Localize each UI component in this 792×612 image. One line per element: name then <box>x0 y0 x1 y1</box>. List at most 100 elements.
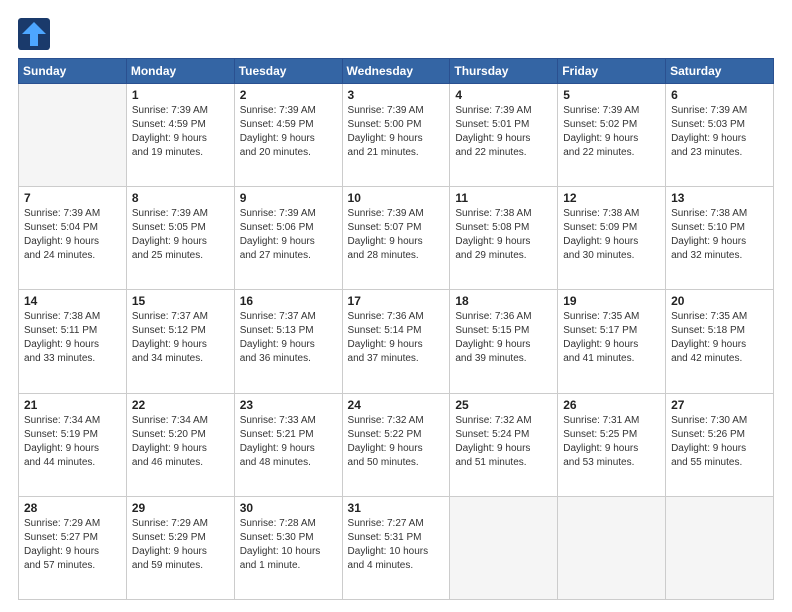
day-number: 25 <box>455 398 552 412</box>
calendar-cell: 25 Sunrise: 7:32 AM Sunset: 5:24 PM Dayli… <box>450 393 558 496</box>
calendar-cell: 31Sunrise: 7:27 AM Sunset: 5:31 PM Dayli… <box>342 496 450 599</box>
weekday-wednesday: Wednesday <box>342 59 450 84</box>
day-number: 2 <box>240 88 337 102</box>
weekday-monday: Monday <box>126 59 234 84</box>
day-number: 20 <box>671 294 768 308</box>
week-row-3: 21 Sunrise: 7:34 AM Sunset: 5:19 PM Dayli… <box>19 393 774 496</box>
day-number: 26 <box>563 398 660 412</box>
calendar-cell: 24Sunrise: 7:32 AM Sunset: 5:22 PM Dayli… <box>342 393 450 496</box>
day-number: 18 <box>455 294 552 308</box>
day-number: 5 <box>563 88 660 102</box>
calendar-cell: 22 Sunrise: 7:34 AM Sunset: 5:20 PM Dayli… <box>126 393 234 496</box>
week-row-0: 1 Sunrise: 7:39 AM Sunset: 4:59 PM Daylig… <box>19 84 774 187</box>
calendar-cell <box>450 496 558 599</box>
day-number: 6 <box>671 88 768 102</box>
day-info: Sunrise: 7:39 AM Sunset: 5:03 PM Dayligh… <box>671 104 768 160</box>
day-number: 30 <box>240 501 337 515</box>
logo <box>18 18 54 50</box>
day-info: Sunrise: 7:39 AM Sunset: 4:59 PM Dayligh… <box>240 104 337 160</box>
calendar-cell: 28 Sunrise: 7:29 AM Sunset: 5:27 PM Dayli… <box>19 496 127 599</box>
day-info: Sunrise: 7:39 AM Sunset: 5:05 PM Dayligh… <box>132 207 229 263</box>
day-info: Sunrise: 7:35 AM Sunset: 5:17 PM Dayligh… <box>563 310 660 366</box>
day-info: Sunrise: 7:29 AM Sunset: 5:29 PM Dayligh… <box>132 517 229 573</box>
day-number: 10 <box>348 191 445 205</box>
calendar-cell: 7 Sunrise: 7:39 AM Sunset: 5:04 PM Daylig… <box>19 187 127 290</box>
day-info: Sunrise: 7:33 AM Sunset: 5:21 PM Dayligh… <box>240 414 337 470</box>
day-info: Sunrise: 7:36 AM Sunset: 5:14 PM Dayligh… <box>348 310 445 366</box>
day-info: Sunrise: 7:38 AM Sunset: 5:11 PM Dayligh… <box>24 310 121 366</box>
day-number: 17 <box>348 294 445 308</box>
week-row-4: 28 Sunrise: 7:29 AM Sunset: 5:27 PM Dayli… <box>19 496 774 599</box>
calendar-cell: 27 Sunrise: 7:30 AM Sunset: 5:26 PM Dayli… <box>666 393 774 496</box>
weekday-thursday: Thursday <box>450 59 558 84</box>
calendar-cell: 8 Sunrise: 7:39 AM Sunset: 5:05 PM Daylig… <box>126 187 234 290</box>
calendar-cell: 9Sunrise: 7:39 AM Sunset: 5:06 PM Daylig… <box>234 187 342 290</box>
calendar-cell: 20 Sunrise: 7:35 AM Sunset: 5:18 PM Dayli… <box>666 290 774 393</box>
week-row-2: 14Sunrise: 7:38 AM Sunset: 5:11 PM Dayli… <box>19 290 774 393</box>
day-number: 23 <box>240 398 337 412</box>
calendar-cell: 2 Sunrise: 7:39 AM Sunset: 4:59 PM Daylig… <box>234 84 342 187</box>
day-number: 24 <box>348 398 445 412</box>
day-number: 1 <box>132 88 229 102</box>
calendar-cell <box>558 496 666 599</box>
day-info: Sunrise: 7:28 AM Sunset: 5:30 PM Dayligh… <box>240 517 337 573</box>
weekday-friday: Friday <box>558 59 666 84</box>
day-number: 19 <box>563 294 660 308</box>
calendar-cell: 3Sunrise: 7:39 AM Sunset: 5:00 PM Daylig… <box>342 84 450 187</box>
day-info: Sunrise: 7:34 AM Sunset: 5:19 PM Dayligh… <box>24 414 121 470</box>
calendar-cell <box>666 496 774 599</box>
day-number: 21 <box>24 398 121 412</box>
day-info: Sunrise: 7:39 AM Sunset: 5:02 PM Dayligh… <box>563 104 660 160</box>
weekday-tuesday: Tuesday <box>234 59 342 84</box>
day-info: Sunrise: 7:29 AM Sunset: 5:27 PM Dayligh… <box>24 517 121 573</box>
day-number: 8 <box>132 191 229 205</box>
weekday-sunday: Sunday <box>19 59 127 84</box>
calendar-cell: 16Sunrise: 7:37 AM Sunset: 5:13 PM Dayli… <box>234 290 342 393</box>
day-info: Sunrise: 7:37 AM Sunset: 5:12 PM Dayligh… <box>132 310 229 366</box>
day-info: Sunrise: 7:39 AM Sunset: 5:01 PM Dayligh… <box>455 104 552 160</box>
calendar-cell: 23 Sunrise: 7:33 AM Sunset: 5:21 PM Dayli… <box>234 393 342 496</box>
calendar-cell: 26 Sunrise: 7:31 AM Sunset: 5:25 PM Dayli… <box>558 393 666 496</box>
calendar-cell <box>19 84 127 187</box>
day-number: 4 <box>455 88 552 102</box>
day-number: 12 <box>563 191 660 205</box>
day-info: Sunrise: 7:39 AM Sunset: 4:59 PM Dayligh… <box>132 104 229 160</box>
calendar-cell: 19 Sunrise: 7:35 AM Sunset: 5:17 PM Dayli… <box>558 290 666 393</box>
logo-icon <box>18 18 50 50</box>
day-info: Sunrise: 7:30 AM Sunset: 5:26 PM Dayligh… <box>671 414 768 470</box>
calendar-cell: 4 Sunrise: 7:39 AM Sunset: 5:01 PM Daylig… <box>450 84 558 187</box>
calendar-cell: 12 Sunrise: 7:38 AM Sunset: 5:09 PM Dayli… <box>558 187 666 290</box>
day-info: Sunrise: 7:34 AM Sunset: 5:20 PM Dayligh… <box>132 414 229 470</box>
day-number: 22 <box>132 398 229 412</box>
weekday-header-row: SundayMondayTuesdayWednesdayThursdayFrid… <box>19 59 774 84</box>
calendar-cell: 18 Sunrise: 7:36 AM Sunset: 5:15 PM Dayli… <box>450 290 558 393</box>
day-info: Sunrise: 7:39 AM Sunset: 5:00 PM Dayligh… <box>348 104 445 160</box>
page: SundayMondayTuesdayWednesdayThursdayFrid… <box>0 0 792 612</box>
day-info: Sunrise: 7:32 AM Sunset: 5:24 PM Dayligh… <box>455 414 552 470</box>
day-info: Sunrise: 7:36 AM Sunset: 5:15 PM Dayligh… <box>455 310 552 366</box>
calendar-cell: 11Sunrise: 7:38 AM Sunset: 5:08 PM Dayli… <box>450 187 558 290</box>
day-info: Sunrise: 7:38 AM Sunset: 5:08 PM Dayligh… <box>455 207 552 263</box>
day-info: Sunrise: 7:39 AM Sunset: 5:07 PM Dayligh… <box>348 207 445 263</box>
calendar-cell: 21 Sunrise: 7:34 AM Sunset: 5:19 PM Dayli… <box>19 393 127 496</box>
calendar-cell: 14Sunrise: 7:38 AM Sunset: 5:11 PM Dayli… <box>19 290 127 393</box>
day-info: Sunrise: 7:39 AM Sunset: 5:06 PM Dayligh… <box>240 207 337 263</box>
calendar-cell: 10 Sunrise: 7:39 AM Sunset: 5:07 PM Dayli… <box>342 187 450 290</box>
day-info: Sunrise: 7:38 AM Sunset: 5:09 PM Dayligh… <box>563 207 660 263</box>
day-number: 16 <box>240 294 337 308</box>
calendar-cell: 5 Sunrise: 7:39 AM Sunset: 5:02 PM Daylig… <box>558 84 666 187</box>
day-number: 28 <box>24 501 121 515</box>
header <box>18 18 774 50</box>
day-number: 27 <box>671 398 768 412</box>
day-info: Sunrise: 7:39 AM Sunset: 5:04 PM Dayligh… <box>24 207 121 263</box>
calendar-cell: 17 Sunrise: 7:36 AM Sunset: 5:14 PM Dayli… <box>342 290 450 393</box>
day-number: 29 <box>132 501 229 515</box>
day-number: 13 <box>671 191 768 205</box>
day-info: Sunrise: 7:31 AM Sunset: 5:25 PM Dayligh… <box>563 414 660 470</box>
day-number: 7 <box>24 191 121 205</box>
day-info: Sunrise: 7:35 AM Sunset: 5:18 PM Dayligh… <box>671 310 768 366</box>
calendar-cell: 6 Sunrise: 7:39 AM Sunset: 5:03 PM Daylig… <box>666 84 774 187</box>
day-info: Sunrise: 7:27 AM Sunset: 5:31 PM Dayligh… <box>348 517 445 573</box>
day-info: Sunrise: 7:38 AM Sunset: 5:10 PM Dayligh… <box>671 207 768 263</box>
week-row-1: 7 Sunrise: 7:39 AM Sunset: 5:04 PM Daylig… <box>19 187 774 290</box>
